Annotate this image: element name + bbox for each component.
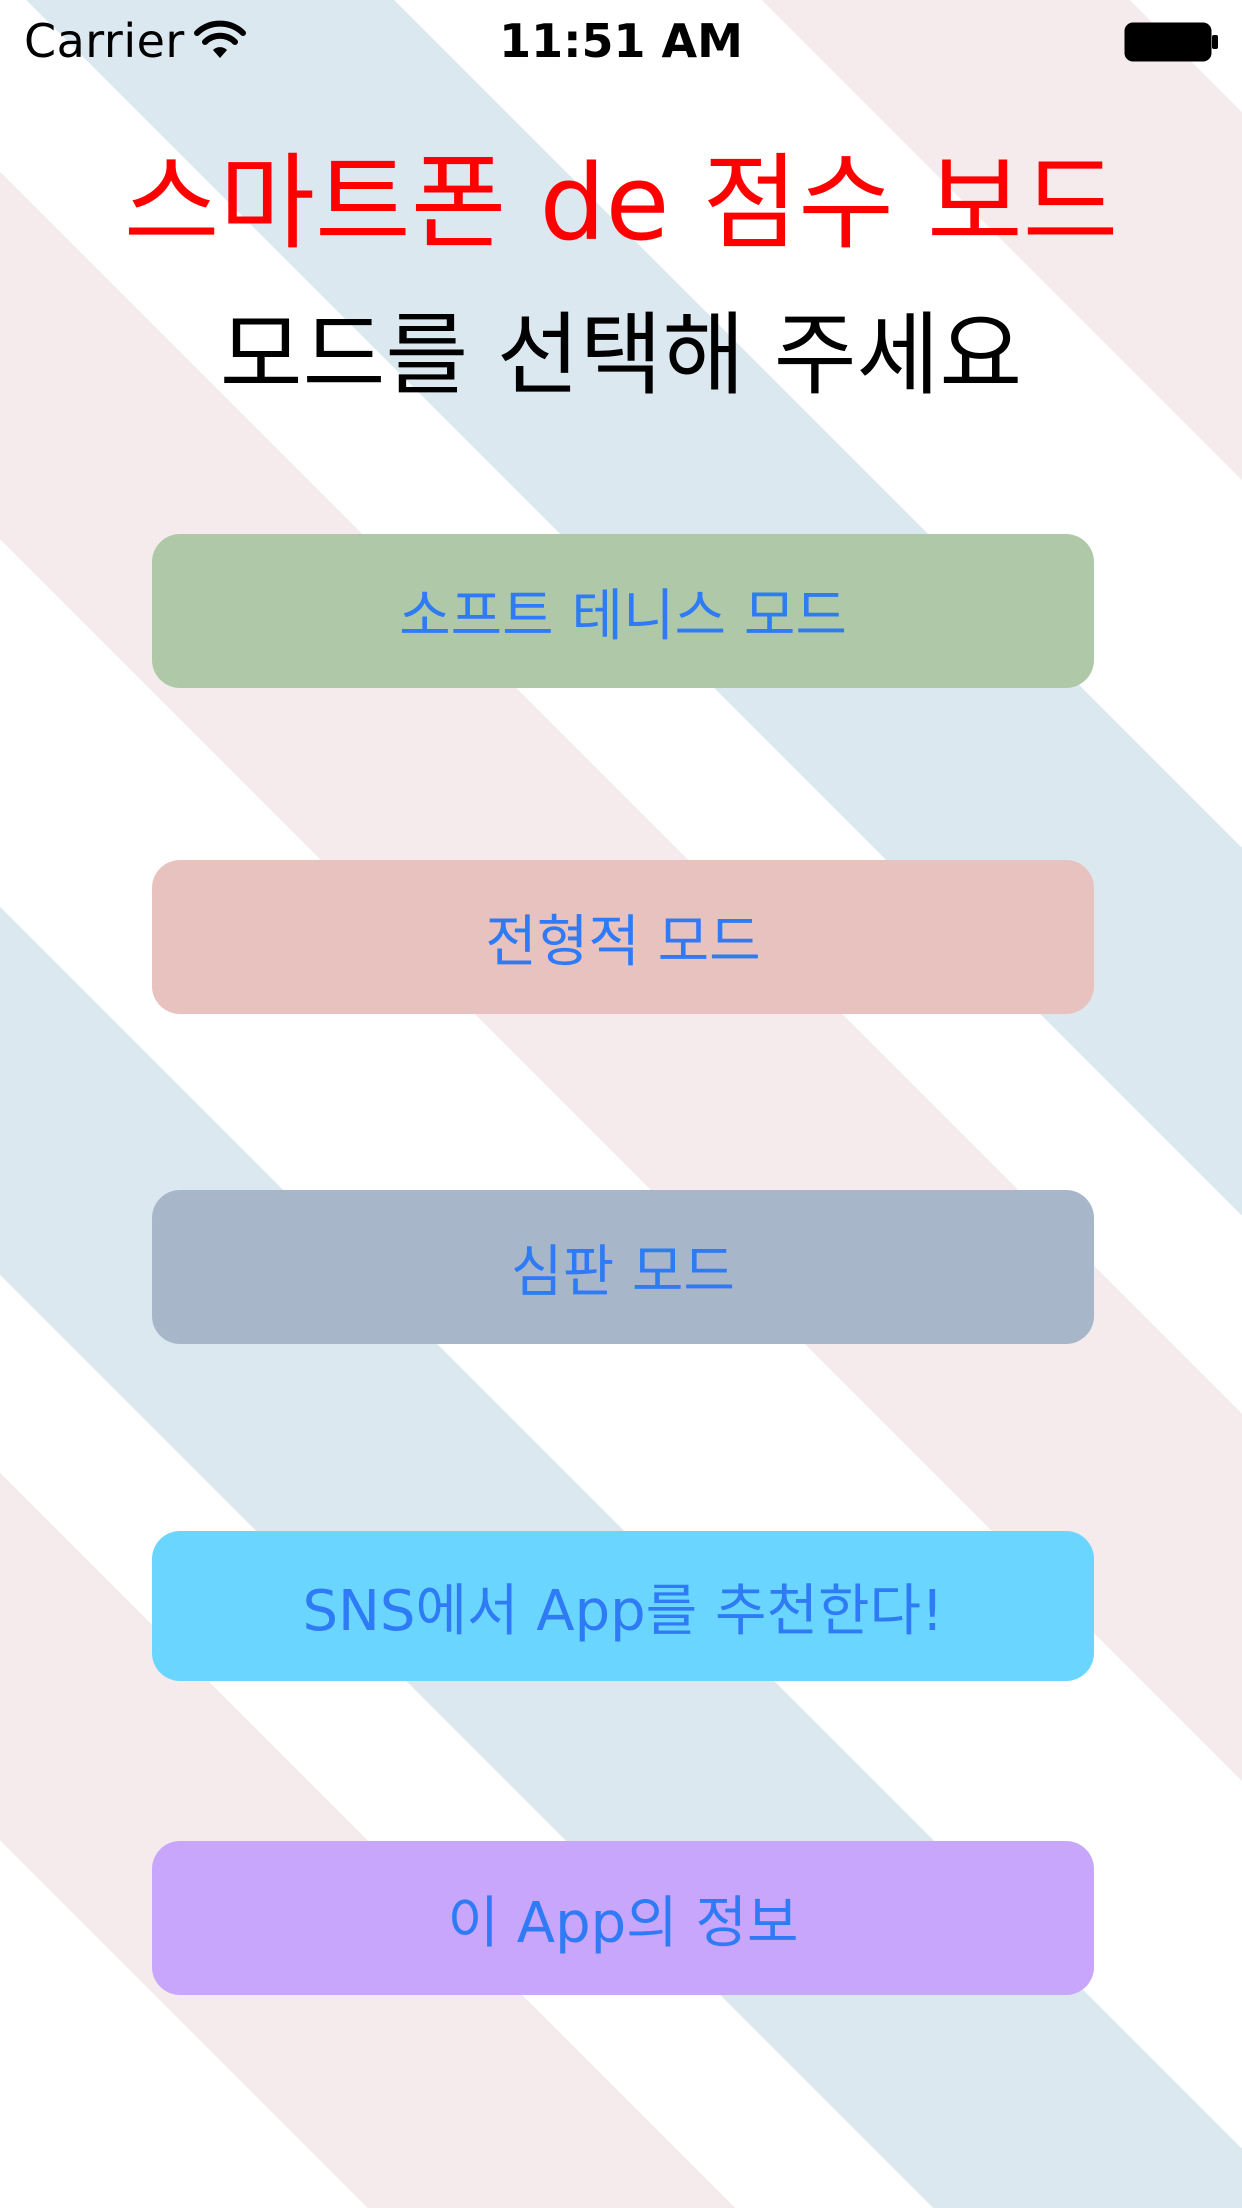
app-title: 스마트폰 de 점수 보드 (123, 142, 1119, 264)
classic-mode-button[interactable]: 전형적 모드 (152, 860, 1094, 1014)
mode-prompt: 모드를 선택해 주세요 (219, 303, 1023, 408)
share-sns-button[interactable]: SNS에서 App를 추천한다! (152, 1531, 1094, 1681)
soft-tennis-mode-button[interactable]: 소프트 테니스 모드 (152, 534, 1094, 688)
referee-mode-button[interactable]: 심판 모드 (152, 1190, 1094, 1344)
status-time: 11:51 AM (499, 14, 743, 68)
app-info-button[interactable]: 이 App의 정보 (152, 1841, 1094, 1995)
status-bar: Carrier 11:51 AM (0, 0, 1242, 84)
battery-icon (1124, 22, 1220, 62)
